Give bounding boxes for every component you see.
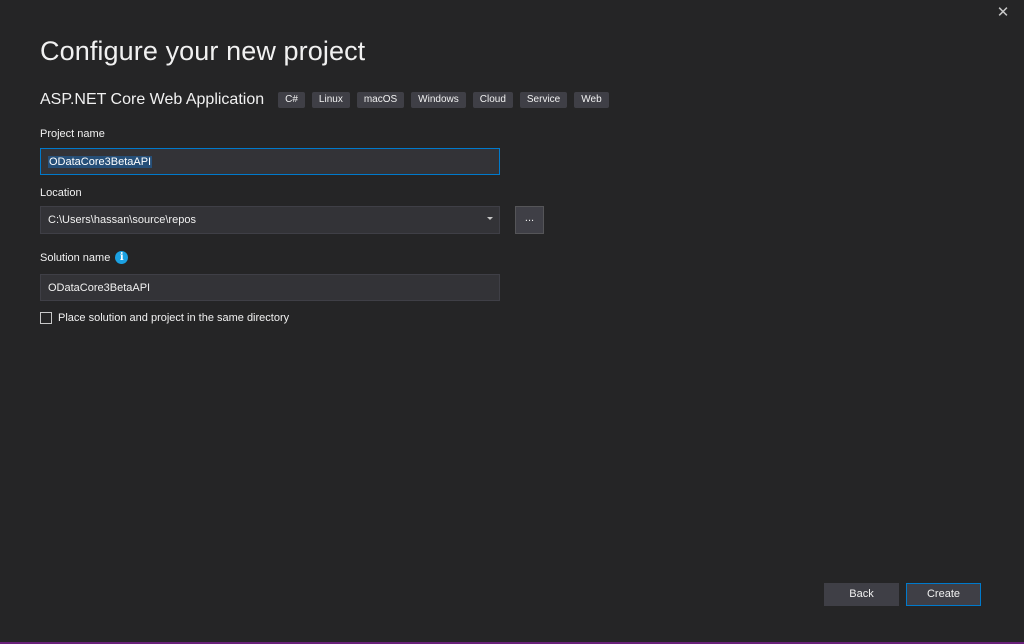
solution-name-input[interactable]: ODataCore3BetaAPI: [40, 274, 500, 301]
tag-cloud: Cloud: [472, 92, 513, 108]
page-title: Configure your new project: [40, 36, 366, 66]
solution-name-label: Solution name: [40, 251, 111, 264]
tag-web: Web: [574, 92, 609, 108]
tag-service: Service: [519, 92, 568, 108]
location-value: C:\Users\hassan\source\repos: [48, 214, 196, 226]
same-directory-label: Place solution and project in the same d…: [58, 312, 290, 324]
chevron-down-icon[interactable]: [487, 217, 493, 220]
same-directory-checkbox[interactable]: [40, 312, 52, 324]
close-icon[interactable]: ✕: [992, 4, 1014, 22]
location-combobox[interactable]: C:\Users\hassan\source\repos: [40, 206, 500, 234]
tag-linux: Linux: [311, 92, 350, 108]
project-name-input[interactable]: ODataCore3BetaAPI: [40, 148, 500, 175]
tag-windows: Windows: [411, 92, 466, 108]
back-button[interactable]: Back: [824, 583, 899, 606]
browse-button[interactable]: ...: [515, 206, 544, 234]
configure-project-dialog: ✕ Configure your new project ASP.NET Cor…: [0, 0, 1024, 644]
project-name-value: ODataCore3BetaAPI: [48, 155, 153, 168]
template-name: ASP.NET Core Web Application: [40, 91, 265, 108]
solution-name-value: ODataCore3BetaAPI: [48, 281, 151, 294]
info-icon[interactable]: i: [115, 251, 129, 264]
location-label: Location: [40, 187, 82, 199]
solution-name-label-row: Solution name i: [40, 251, 129, 264]
template-header: ASP.NET Core Web Application C# Linux ma…: [40, 91, 616, 109]
tag-csharp: C#: [278, 92, 305, 108]
same-directory-option[interactable]: Place solution and project in the same d…: [40, 312, 289, 324]
create-button[interactable]: Create: [906, 583, 981, 606]
project-name-label: Project name: [40, 128, 105, 140]
tag-macos: macOS: [356, 92, 405, 108]
